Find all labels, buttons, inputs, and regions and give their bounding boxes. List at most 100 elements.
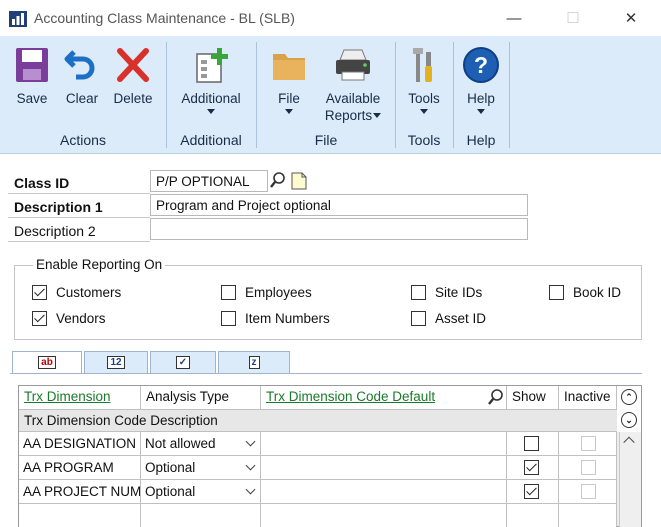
show-cell — [507, 504, 559, 527]
tools-button[interactable]: Tools — [402, 46, 446, 114]
reporting-checkbox-customers[interactable]: Customers — [32, 285, 121, 300]
group-label-actions: Actions — [60, 132, 106, 148]
clear-button[interactable]: Clear — [63, 46, 101, 107]
analysis-type-header: Analysis Type — [141, 386, 261, 409]
checkbox-label: Customers — [56, 285, 122, 300]
divider — [8, 241, 150, 242]
description1-field[interactable]: Program and Project optional — [150, 194, 528, 216]
class-id-field[interactable]: P/P OPTIONAL — [150, 170, 268, 192]
chevron-down-icon — [285, 109, 293, 114]
ribbon-separator — [509, 42, 510, 148]
checkbox-icon[interactable] — [32, 285, 47, 300]
chevron-down-icon — [477, 109, 485, 114]
expand-icon[interactable]: ⌄ — [621, 412, 637, 428]
inactive-checkbox — [581, 436, 596, 451]
delete-button[interactable]: Delete — [110, 46, 156, 107]
analysis-type-select[interactable] — [141, 504, 261, 527]
show-cell — [507, 432, 559, 456]
analysis-type-select[interactable]: Optional — [141, 480, 261, 504]
analysis-type-select[interactable]: Optional — [141, 456, 261, 480]
tab-yes-no[interactable]: ✓ — [150, 351, 216, 373]
checkbox-icon[interactable] — [411, 285, 426, 300]
grid-scrollbar[interactable] — [619, 432, 641, 527]
show-cell — [507, 480, 559, 504]
save-button[interactable]: Save — [12, 46, 52, 107]
chevron-down-icon — [373, 113, 382, 118]
checkbox-icon[interactable] — [221, 285, 236, 300]
checkbox-icon[interactable] — [221, 311, 236, 326]
additional-button[interactable]: Additional — [174, 46, 248, 114]
code-default-cell[interactable] — [261, 432, 507, 456]
trx-dimension-cell[interactable]: AA PROGRAM — [19, 456, 141, 480]
inactive-cell — [559, 456, 617, 480]
available-reports-button[interactable]: Available Reports — [318, 46, 388, 124]
chevron-down-icon[interactable] — [245, 460, 256, 471]
inactive-checkbox — [581, 484, 596, 499]
reporting-checkbox-site-ids[interactable]: Site IDs — [411, 285, 482, 300]
save-icon — [16, 48, 48, 82]
trx-dimension-cell[interactable]: AA DESIGNATION — [19, 432, 141, 456]
show-checkbox[interactable] — [524, 460, 539, 475]
checkbox-label: Book ID — [573, 285, 622, 300]
svg-text:?: ? — [474, 52, 488, 78]
checkbox-icon[interactable] — [549, 285, 564, 300]
string-tab-icon: ab — [38, 356, 56, 369]
inactive-cell — [559, 504, 617, 527]
code-default-header[interactable]: Trx Dimension Code Default — [261, 386, 507, 409]
show-checkbox[interactable] — [524, 484, 539, 499]
inactive-header: Inactive — [559, 386, 617, 409]
tab-date[interactable]: z — [218, 351, 290, 373]
class-id-label: Class ID — [14, 175, 70, 191]
collapse-icon[interactable]: ⌃ — [621, 389, 637, 405]
window-title: Accounting Class Maintenance - BL (SLB) — [34, 10, 295, 26]
inactive-cell — [559, 432, 617, 456]
show-checkbox[interactable] — [524, 436, 539, 451]
trx-dimension-grid: Trx Dimension Analysis Type Trx Dimensio… — [18, 385, 642, 527]
chevron-down-icon — [420, 109, 428, 114]
checkbox-tab-icon: ✓ — [175, 356, 191, 369]
ribbon: Save Clear Delete Actions Additional Add… — [0, 36, 661, 154]
reporting-checkbox-vendors[interactable]: Vendors — [32, 311, 106, 326]
chevron-down-icon[interactable] — [245, 484, 256, 495]
checkbox-label: Vendors — [56, 311, 106, 326]
trx-dimension-header[interactable]: Trx Dimension — [19, 386, 141, 409]
code-default-cell[interactable] — [261, 456, 507, 480]
app-icon — [9, 11, 27, 27]
description2-label: Description 2 — [14, 223, 96, 239]
description2-field[interactable] — [150, 218, 528, 240]
scroll-up-icon[interactable] — [623, 436, 635, 448]
printer-icon — [336, 49, 370, 81]
chevron-down-icon — [207, 109, 215, 114]
lookup-icon[interactable] — [269, 171, 287, 191]
analysis-type-select[interactable]: Not allowed — [141, 432, 261, 456]
tab-string[interactable]: ab — [12, 351, 82, 373]
trx-dimension-cell[interactable] — [19, 504, 141, 527]
code-description-header: Trx Dimension Code Description — [19, 409, 617, 432]
close-button[interactable]: ✕ — [621, 8, 641, 28]
tools-icon — [413, 48, 432, 82]
title-bar: Accounting Class Maintenance - BL (SLB) … — [0, 0, 661, 36]
help-button[interactable]: ? Help — [460, 46, 502, 114]
reporting-checkbox-item-numbers[interactable]: Item Numbers — [221, 311, 330, 326]
group-label-tools: Tools — [407, 132, 441, 148]
reporting-checkbox-book-id[interactable]: Book ID — [549, 285, 621, 300]
checkbox-label: Item Numbers — [245, 311, 330, 326]
code-default-cell[interactable] — [261, 504, 507, 527]
maximize-button[interactable]: ☐ — [563, 8, 583, 28]
trx-dimension-cell[interactable]: AA PROJECT NUMBER — [19, 480, 141, 504]
checkbox-icon[interactable] — [411, 311, 426, 326]
tab-number[interactable]: 12 — [84, 351, 148, 373]
group-label-file: File — [314, 132, 338, 148]
divider — [8, 217, 150, 218]
additional-icon — [196, 48, 228, 83]
lookup-icon[interactable] — [486, 388, 506, 407]
chevron-down-icon[interactable] — [245, 436, 256, 447]
reporting-checkbox-employees[interactable]: Employees — [221, 285, 312, 300]
minimize-button[interactable]: — — [504, 8, 524, 28]
file-button[interactable]: File — [268, 46, 310, 114]
checkbox-icon[interactable] — [32, 311, 47, 326]
code-default-cell[interactable] — [261, 480, 507, 504]
delete-icon — [117, 48, 149, 82]
new-note-icon[interactable] — [291, 171, 307, 191]
reporting-checkbox-asset-id[interactable]: Asset ID — [411, 311, 486, 326]
